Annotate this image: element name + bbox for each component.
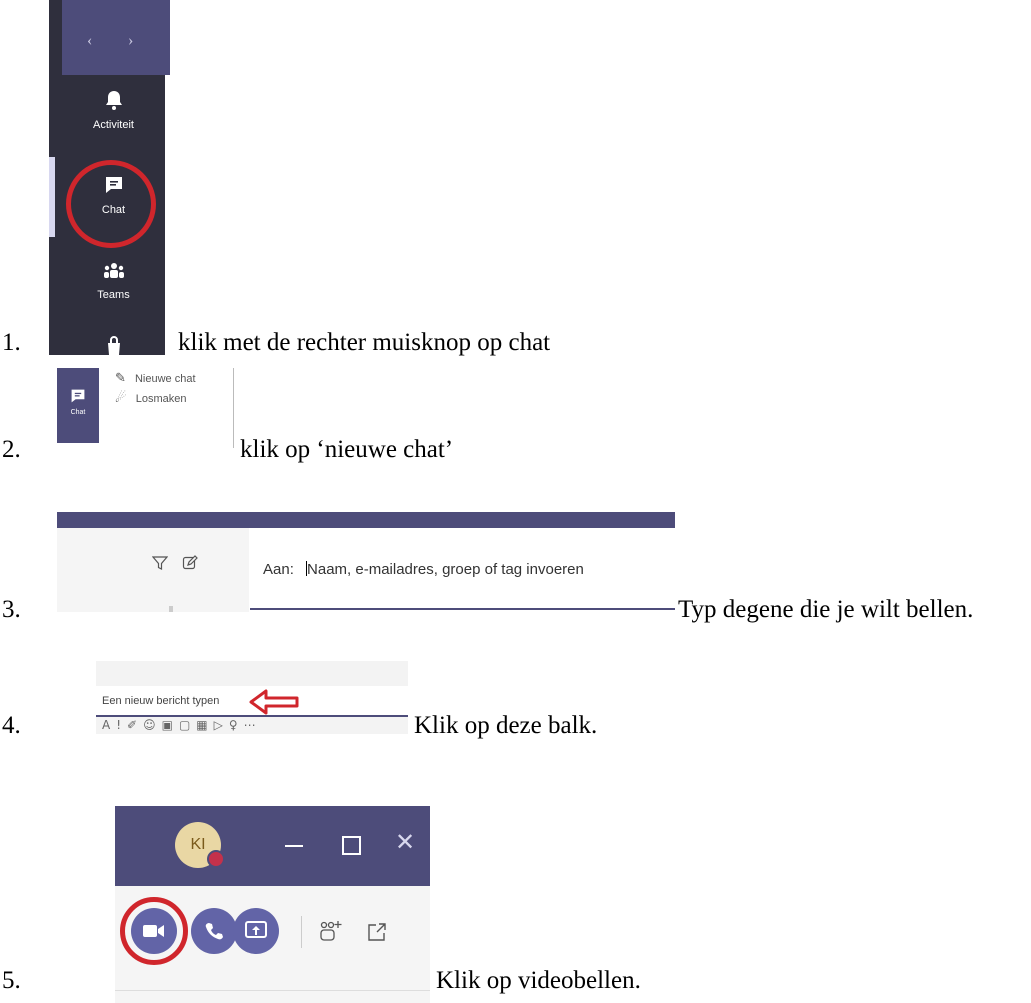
chat-icon <box>71 389 85 403</box>
tile-label: Chat <box>70 409 86 416</box>
menu-item-unpin[interactable]: ☄ Losmaken <box>115 390 186 406</box>
close-icon[interactable]: ✕ <box>395 828 415 856</box>
share-screen-button[interactable] <box>233 908 279 954</box>
top-bar: ‹ › <box>62 0 170 75</box>
step-number: 4. <box>2 712 21 739</box>
share-screen-icon <box>245 921 267 938</box>
compose-icon: ✎ <box>115 370 126 385</box>
minimize-icon[interactable] <box>285 845 303 847</box>
emoji-icon[interactable]: ☺ <box>143 718 162 732</box>
audio-call-button[interactable] <box>191 908 237 954</box>
forward-icon[interactable]: › <box>128 32 133 50</box>
pop-out-icon[interactable] <box>367 922 387 942</box>
sticker-icon[interactable]: ▢ <box>179 718 196 732</box>
maximize-icon[interactable] <box>342 836 361 855</box>
format-icon[interactable]: A <box>102 718 116 732</box>
step-instruction: klik op ‘nieuwe chat’ <box>240 436 454 463</box>
compose-toolbar: A!✐☺▣▢▦▷♀⋯ <box>102 718 262 732</box>
bag-icon <box>107 336 120 355</box>
title-bar <box>57 512 675 528</box>
filter-icon[interactable] <box>152 555 168 571</box>
send-icon[interactable]: ▷ <box>214 718 229 732</box>
scrollbar[interactable] <box>169 606 173 612</box>
screenshot-teams-rail: ‹ › Activiteit Chat Teams <box>45 0 170 355</box>
window-titlebar: KI ✕ <box>115 806 430 886</box>
to-field[interactable]: Aan: Naam, e-mailadres, groep of tag inv… <box>263 561 584 578</box>
praise-icon[interactable]: ♀ <box>229 718 244 732</box>
phone-icon <box>205 923 223 940</box>
important-icon[interactable]: ! <box>116 718 127 732</box>
step-number: 3. <box>2 596 21 623</box>
nav-label: Activiteit <box>93 119 134 131</box>
menu-item-new-chat[interactable]: ✎ Nieuwe chat <box>115 370 196 386</box>
add-people-icon[interactable] <box>318 920 342 942</box>
screenshot-new-chat-header: Aan: Naam, e-mailadres, groep of tag inv… <box>45 512 675 612</box>
gif-icon[interactable]: ▣ <box>162 718 179 732</box>
nav-label: Teams <box>97 289 130 301</box>
bell-icon <box>105 91 122 110</box>
nav-item-partial[interactable] <box>62 335 165 355</box>
step-number: 1. <box>2 329 21 356</box>
compose-icon[interactable] <box>182 555 198 571</box>
menu-label: Losmaken <box>135 393 187 405</box>
step-instruction: klik met de rechter muisknop op chat <box>178 329 551 356</box>
to-placeholder: Naam, e-mailadres, groep of tag invoeren <box>307 561 584 578</box>
nav-item-activity[interactable]: Activiteit <box>62 90 165 131</box>
focus-underline <box>250 608 675 610</box>
attach-icon[interactable]: ✐ <box>127 718 143 732</box>
schedule-icon[interactable]: ▦ <box>196 718 213 732</box>
chat-tile[interactable]: Chat <box>57 368 99 443</box>
back-icon[interactable]: ‹ <box>87 32 92 50</box>
more-icon[interactable]: ⋯ <box>244 718 262 732</box>
message-placeholder: Een nieuw bericht typen <box>102 695 220 707</box>
screenshot-context-menu: Chat ✎ Nieuwe chat ☄ Losmaken <box>45 368 235 448</box>
teams-icon <box>103 263 124 278</box>
divider <box>301 916 302 948</box>
selected-indicator <box>49 157 55 237</box>
focus-underline <box>96 715 408 717</box>
screenshot-compose-box: Een nieuw bericht typen A!✐☺▣▢▦▷♀⋯ <box>96 661 408 734</box>
nav-item-teams[interactable]: Teams <box>62 262 165 301</box>
screenshot-call-controls: KI ✕ <box>115 806 430 1003</box>
step-number: 2. <box>2 436 21 463</box>
action-bar <box>115 886 430 1003</box>
step-instruction: Klik op deze balk. <box>414 712 598 739</box>
to-label: Aan: <box>263 561 294 578</box>
highlight-circle <box>120 897 188 965</box>
list-pane <box>57 528 249 612</box>
highlight-circle <box>66 160 156 248</box>
step-number: 5. <box>2 967 21 994</box>
presence-busy-icon <box>207 850 225 868</box>
divider <box>233 368 234 448</box>
menu-label: Nieuwe chat <box>134 373 196 385</box>
unpin-icon: ☄ <box>115 390 127 405</box>
step-instruction: Typ degene die je wilt bellen. <box>678 596 974 623</box>
divider <box>115 990 430 991</box>
step-instruction: Klik op videobellen. <box>436 967 641 994</box>
arrow-left-icon <box>249 689 299 715</box>
